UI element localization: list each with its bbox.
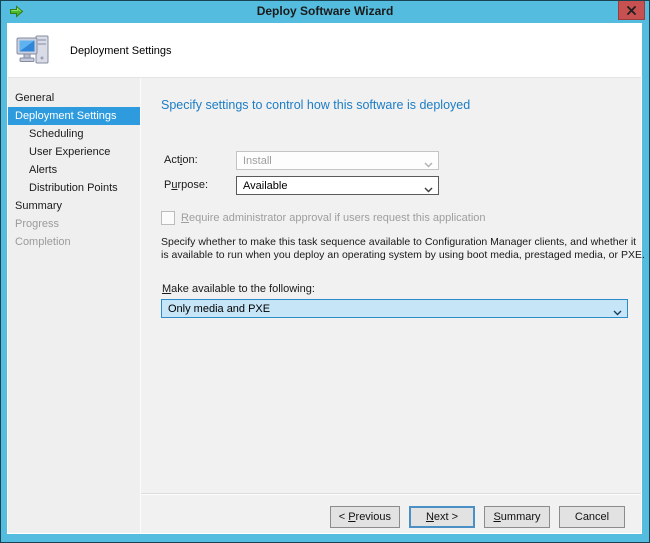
wizard-content-pane: Specify settings to control how this sof… [141,78,641,533]
titlebar[interactable]: Deploy Software Wizard [1,1,649,23]
sidebar-item-completion: Completion [8,233,140,251]
purpose-label: Purpose: [164,179,208,191]
purpose-selected-value: Available [243,180,287,192]
sidebar-item-deployment-settings[interactable]: Deployment Settings [8,107,140,125]
close-icon [627,6,636,15]
action-select[interactable]: Install [236,151,439,170]
wizard-buttons: < Previous Next > Summary Cancel [330,506,625,528]
computer-icon [14,31,54,71]
deploy-software-wizard-window: Deploy Software Wizard Deployment [0,0,650,543]
page-heading: Specify settings to control how this sof… [161,98,470,112]
previous-button[interactable]: < Previous [330,506,400,528]
sidebar-item-progress: Progress [8,215,140,233]
require-approval-row: Require administrator approval if users … [161,211,486,225]
make-available-select[interactable]: Only media and PXE [161,299,628,318]
chevron-down-icon [424,184,433,196]
sidebar-item-general[interactable]: General [8,89,140,107]
sidebar-item-user-experience[interactable]: User Experience [8,143,140,161]
require-approval-label: Require administrator approval if users … [181,212,486,224]
action-label: Action: [164,154,198,166]
window-title: Deploy Software Wizard [1,4,649,18]
make-available-label: Make available to the following: [162,283,315,295]
sidebar-item-summary[interactable]: Summary [8,197,140,215]
sidebar-item-alerts[interactable]: Alerts [8,161,140,179]
next-button[interactable]: Next > [409,506,475,528]
sidebar-item-scheduling[interactable]: Scheduling [8,125,140,143]
button-row-separator [141,493,641,495]
wizard-body: General Deployment Settings Scheduling U… [8,78,641,533]
cancel-button[interactable]: Cancel [559,506,625,528]
dialog-client-area: Deployment Settings General Deployment S… [8,24,641,533]
make-available-selected-value: Only media and PXE [168,303,270,315]
task-sequence-description: Specify whether to make this task sequen… [161,236,645,261]
chevron-down-icon [424,159,433,171]
wizard-steps-sidebar: General Deployment Settings Scheduling U… [8,78,141,533]
require-approval-checkbox[interactable] [161,211,175,225]
close-button[interactable] [618,1,645,20]
wizard-page-title: Deployment Settings [70,45,172,57]
action-selected-value: Install [243,155,272,167]
summary-button[interactable]: Summary [484,506,550,528]
chevron-down-icon [613,307,622,319]
sidebar-item-distribution-points[interactable]: Distribution Points [8,179,140,197]
purpose-select[interactable]: Available [236,176,439,195]
wizard-header: Deployment Settings [8,24,641,78]
